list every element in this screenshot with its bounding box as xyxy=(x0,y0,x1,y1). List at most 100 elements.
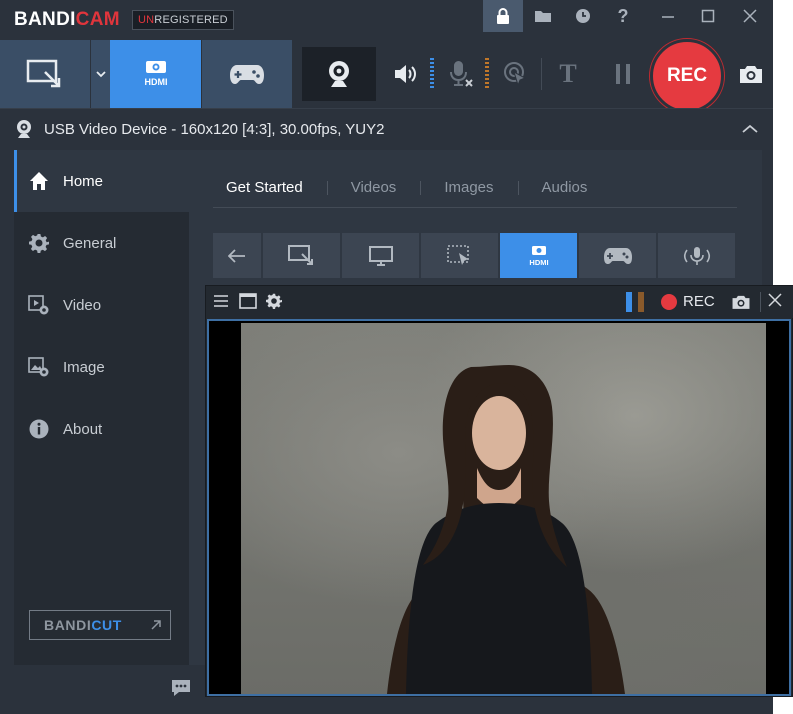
text-overlay-button[interactable]: T xyxy=(550,40,586,108)
webcam-overlay-button[interactable] xyxy=(302,47,376,101)
sidebar-item-image[interactable]: Image xyxy=(14,336,189,398)
overlay-window-button[interactable] xyxy=(239,293,257,309)
tab-bar: Get Started Videos Images Audios xyxy=(213,168,737,208)
svg-text:HDMI: HDMI xyxy=(529,258,548,267)
close-icon xyxy=(743,9,757,23)
clock-icon xyxy=(576,9,590,23)
sidebar-item-about[interactable]: About xyxy=(14,398,189,460)
sidebar-item-label: General xyxy=(63,234,117,252)
lock-icon xyxy=(497,8,509,24)
chevron-down-icon xyxy=(95,71,106,78)
speaker-level-meter xyxy=(430,58,434,90)
pause-icon xyxy=(616,64,630,84)
overlay-toolbar: REC xyxy=(206,286,793,318)
overlay-speaker-level xyxy=(626,292,632,312)
text-icon: T xyxy=(559,59,577,88)
rectangle-area-icon xyxy=(26,59,61,88)
bandicam-logo: BANDICAM xyxy=(14,9,120,30)
tab-images[interactable]: Images xyxy=(420,179,517,196)
screenshot-button[interactable] xyxy=(733,40,769,108)
toolbar-divider xyxy=(541,58,542,90)
back-icon xyxy=(228,248,245,263)
folder-icon xyxy=(535,11,551,22)
around-mouse-icon xyxy=(446,244,469,265)
external-link-icon xyxy=(151,620,161,630)
bandicut-link-button[interactable]: BANDICUT xyxy=(29,610,171,640)
hdmi-mode-button[interactable]: HDMI xyxy=(110,40,201,108)
microphone-level-meter xyxy=(485,58,489,90)
audio-only-icon xyxy=(683,246,710,265)
rectangle-icon xyxy=(287,244,313,265)
game-mode-shortcut[interactable] xyxy=(579,233,656,278)
webcam-icon xyxy=(329,61,349,87)
microphone-button[interactable] xyxy=(440,40,480,108)
overlay-mic-level xyxy=(638,292,644,312)
sidebar-item-label: About xyxy=(63,420,103,438)
fullscreen-mode-shortcut[interactable] xyxy=(342,233,419,278)
info-icon xyxy=(28,418,50,440)
title-bar: BANDICAM UNREGISTERED ? xyxy=(0,0,773,40)
help-icon: ? xyxy=(617,5,629,26)
collapse-button[interactable] xyxy=(742,121,758,139)
sidebar-item-general[interactable]: General xyxy=(14,212,189,274)
person-silhouette-image xyxy=(387,365,625,694)
webcam-preview-frame xyxy=(207,319,791,696)
rectangle-mode-shortcut[interactable] xyxy=(263,233,340,278)
mode-dropdown-button[interactable] xyxy=(91,40,110,108)
overlay-record-button[interactable]: REC xyxy=(661,293,715,310)
around-mouse-mode-shortcut[interactable] xyxy=(421,233,498,278)
back-button[interactable] xyxy=(213,233,261,278)
tab-get-started[interactable]: Get Started xyxy=(213,179,327,196)
pause-button[interactable] xyxy=(605,40,641,108)
device-info-label: USB Video Device - 160x120 [4:3], 30.00f… xyxy=(44,121,385,138)
mouse-cursor-button[interactable] xyxy=(498,40,534,108)
speaker-icon xyxy=(395,65,416,83)
unregistered-badge[interactable]: UNREGISTERED xyxy=(132,10,234,30)
window-icon xyxy=(239,293,257,309)
device-bar: USB Video Device - 160x120 [4:3], 30.00f… xyxy=(0,108,773,150)
folder-button[interactable] xyxy=(523,0,563,32)
overlay-screenshot-button[interactable] xyxy=(731,293,751,311)
record-button[interactable]: REC xyxy=(650,39,724,113)
webcam-overlay-window: REC xyxy=(205,285,793,697)
svg-text:HDMI: HDMI xyxy=(144,77,167,87)
video-settings-icon xyxy=(28,294,50,316)
maximize-button[interactable] xyxy=(688,0,728,32)
hdmi-icon: HDMI xyxy=(529,245,548,267)
chat-bubble-icon xyxy=(172,680,190,696)
overlay-close-button[interactable] xyxy=(768,293,782,307)
overlay-divider xyxy=(760,292,761,312)
close-button[interactable] xyxy=(730,0,770,32)
sidebar-item-label: Image xyxy=(63,358,105,376)
game-icon xyxy=(603,247,632,264)
webcam-video-feed xyxy=(241,323,766,694)
close-icon xyxy=(768,293,782,307)
gear-icon xyxy=(28,232,50,254)
minimize-button[interactable] xyxy=(648,0,688,32)
lock-button[interactable] xyxy=(483,0,523,32)
maximize-icon xyxy=(701,9,715,23)
hdmi-mode-shortcut[interactable]: HDMI xyxy=(500,233,577,278)
bandicut-logo: BANDICUT xyxy=(44,617,122,633)
sidebar-item-label: Video xyxy=(63,296,102,314)
game-mode-button[interactable] xyxy=(202,40,292,108)
sidebar: Home General Video Image About BANDICUT xyxy=(14,150,189,665)
sidebar-item-video[interactable]: Video xyxy=(14,274,189,336)
tab-audios[interactable]: Audios xyxy=(517,179,612,196)
fullscreen-icon xyxy=(368,245,393,266)
speaker-button[interactable] xyxy=(388,40,424,108)
overlay-menu-button[interactable] xyxy=(213,293,229,309)
audio-only-mode-shortcut[interactable] xyxy=(658,233,735,278)
mouse-click-icon xyxy=(504,62,527,87)
home-icon xyxy=(28,170,50,192)
rectangle-mode-button[interactable] xyxy=(0,40,91,108)
webcam-small-icon xyxy=(14,119,34,144)
schedule-button[interactable] xyxy=(563,0,603,32)
tab-videos[interactable]: Videos xyxy=(326,179,421,196)
feedback-button[interactable] xyxy=(170,678,192,703)
overlay-settings-button[interactable] xyxy=(266,293,282,309)
gamepad-icon xyxy=(230,65,264,84)
help-button[interactable]: ? xyxy=(603,0,643,32)
sidebar-item-home[interactable]: Home xyxy=(14,150,189,212)
microphone-muted-icon xyxy=(450,61,473,87)
